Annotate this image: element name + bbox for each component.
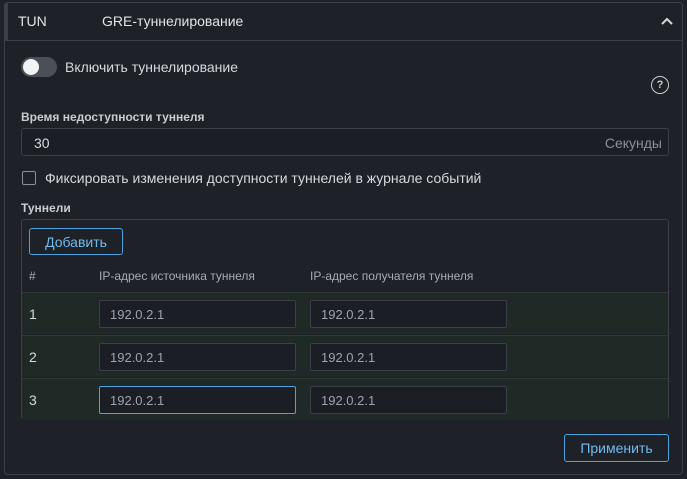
timeout-label: Время недоступности туннеля <box>21 110 205 124</box>
source-ip-input[interactable] <box>99 343 296 371</box>
timeout-input[interactable] <box>32 129 596 157</box>
section-title: GRE-туннелирование <box>102 13 244 29</box>
log-checkbox-label: Фиксировать изменения доступности туннел… <box>45 170 482 186</box>
add-tunnel-button[interactable]: Добавить <box>29 228 123 255</box>
source-ip-input[interactable] <box>99 300 296 328</box>
dest-ip-input[interactable] <box>310 343 507 371</box>
row-number: 2 <box>29 349 37 365</box>
timeout-field: Секунды <box>21 128 669 157</box>
column-header-number: # <box>29 269 36 283</box>
toggle-knob <box>23 59 39 75</box>
tunneling-toggle[interactable] <box>21 57 57 77</box>
table-row: 3 <box>22 378 668 420</box>
table-row: 2 <box>22 335 668 377</box>
apply-button[interactable]: Применить <box>564 434 669 462</box>
tunnels-table: Добавить # IP-адрес источника туннеля IP… <box>21 219 669 420</box>
tun-panel: TUN GRE-туннелирование Включить туннелир… <box>4 2 683 475</box>
chevron-up-icon <box>661 17 673 25</box>
column-header-dest: IP-адрес получателя туннеля <box>310 269 474 283</box>
log-checkbox[interactable] <box>22 171 36 185</box>
help-icon[interactable]: ? <box>651 76 669 94</box>
table-row: 1 <box>22 292 668 334</box>
row-number: 3 <box>29 392 37 408</box>
tunneling-toggle-label: Включить туннелирование <box>65 59 239 75</box>
panel-header: TUN GRE-туннелирование <box>5 3 682 41</box>
source-ip-input[interactable] <box>99 386 296 414</box>
collapse-button[interactable] <box>658 12 676 30</box>
column-header-source: IP-адрес источника туннеля <box>99 269 255 283</box>
header-accent <box>5 3 8 40</box>
row-number: 1 <box>29 306 37 322</box>
timeout-unit: Секунды <box>604 135 662 151</box>
dest-ip-input[interactable] <box>310 300 507 328</box>
dest-ip-input[interactable] <box>310 386 507 414</box>
section-tag: TUN <box>18 13 47 29</box>
tunnels-label: Туннели <box>21 201 71 215</box>
